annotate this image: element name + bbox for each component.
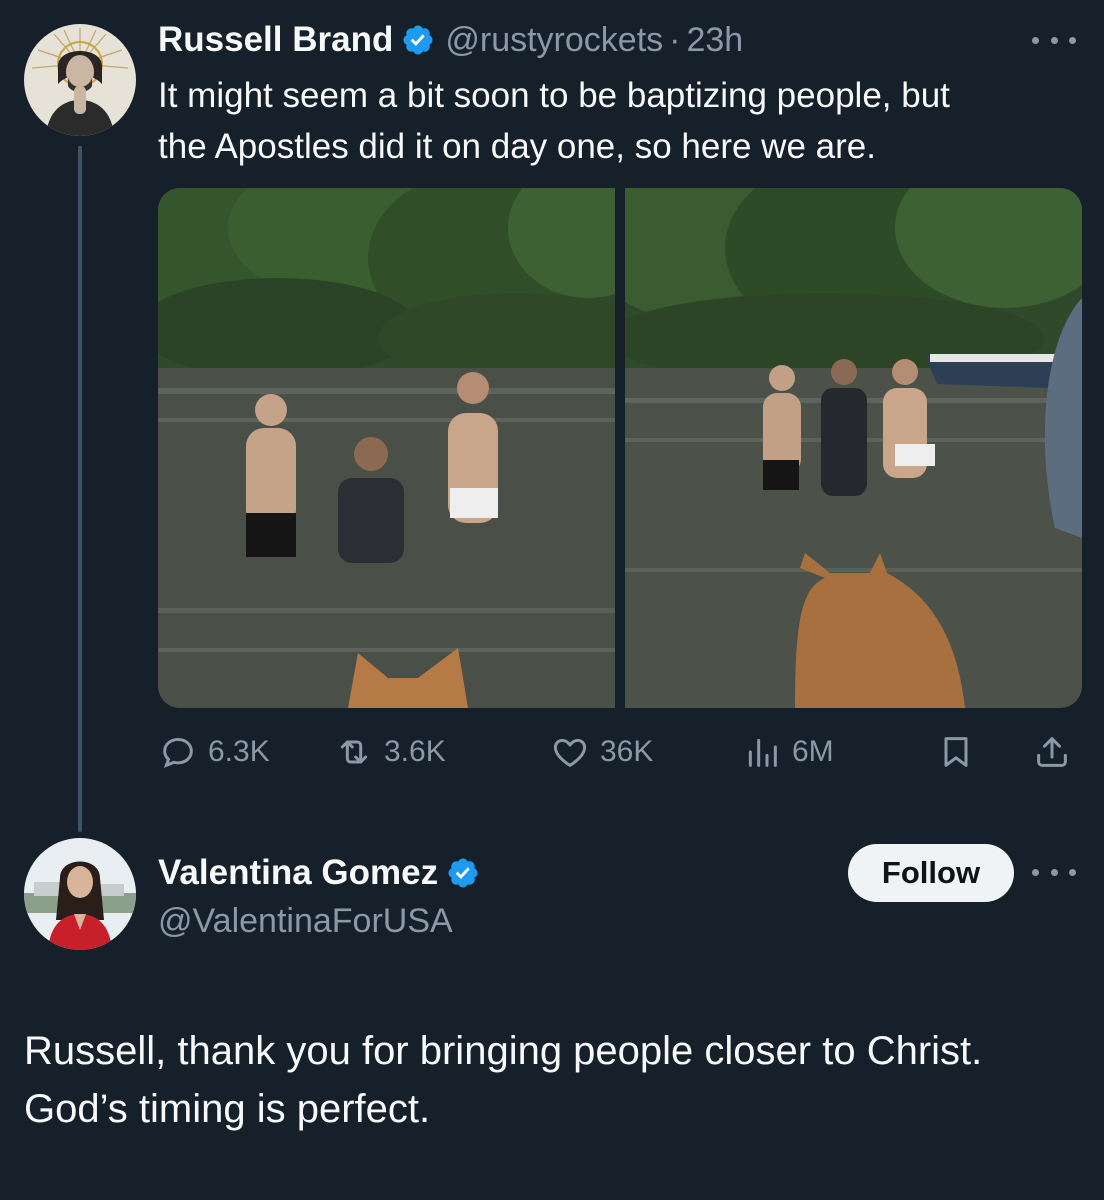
display-name[interactable]: Russell Brand <box>158 20 393 60</box>
verified-badge-icon <box>401 23 435 57</box>
reply-count: 6.3K <box>208 735 270 768</box>
share-button[interactable] <box>1032 728 1072 776</box>
media-photo-2[interactable] <box>625 188 1082 708</box>
avatar[interactable] <box>24 838 136 950</box>
tweet-media-grid <box>158 188 1082 708</box>
bookmark-button[interactable] <box>936 728 976 776</box>
more-options-icon[interactable] <box>1032 30 1076 50</box>
more-options-icon[interactable] <box>1032 862 1076 882</box>
reply-icon <box>158 732 198 772</box>
tweet-header: Russell Brand @rustyrockets · 23h <box>158 18 743 62</box>
timestamp[interactable]: 23h <box>686 21 743 60</box>
reply-button[interactable]: 6.3K <box>158 728 270 776</box>
repost-icon <box>334 732 374 772</box>
views-button[interactable]: 6M <box>742 728 834 776</box>
view-count: 6M <box>792 735 834 768</box>
avatar[interactable] <box>24 24 136 136</box>
bookmark-icon <box>936 732 976 772</box>
repost-button[interactable]: 3.6K <box>334 728 446 776</box>
verified-badge-icon <box>446 856 480 890</box>
user-handle[interactable]: @ValentinaForUSA <box>158 902 480 941</box>
user-handle[interactable]: @rustyrockets <box>445 21 663 60</box>
tweet-text: It might seem a bit soon to be baptizing… <box>158 76 950 166</box>
heart-icon <box>550 732 590 772</box>
follow-button[interactable]: Follow <box>848 844 1014 902</box>
share-icon <box>1032 732 1072 772</box>
repost-count: 3.6K <box>384 735 446 768</box>
like-count: 36K <box>600 735 654 768</box>
media-photo-1[interactable] <box>158 188 615 708</box>
display-name[interactable]: Valentina Gomez <box>158 853 438 893</box>
like-button[interactable]: 36K <box>550 728 653 776</box>
reply-text: Russell, thank you for bringing people c… <box>24 1029 983 1131</box>
analytics-icon <box>742 732 782 772</box>
thread-connector-line <box>78 146 82 832</box>
separator-dot: · <box>669 20 681 59</box>
tweet-action-bar: 6.3K 3.6K 36K 6M <box>158 728 1080 776</box>
reply-tweet-header: Valentina Gomez @ValentinaForUSA <box>158 850 480 941</box>
